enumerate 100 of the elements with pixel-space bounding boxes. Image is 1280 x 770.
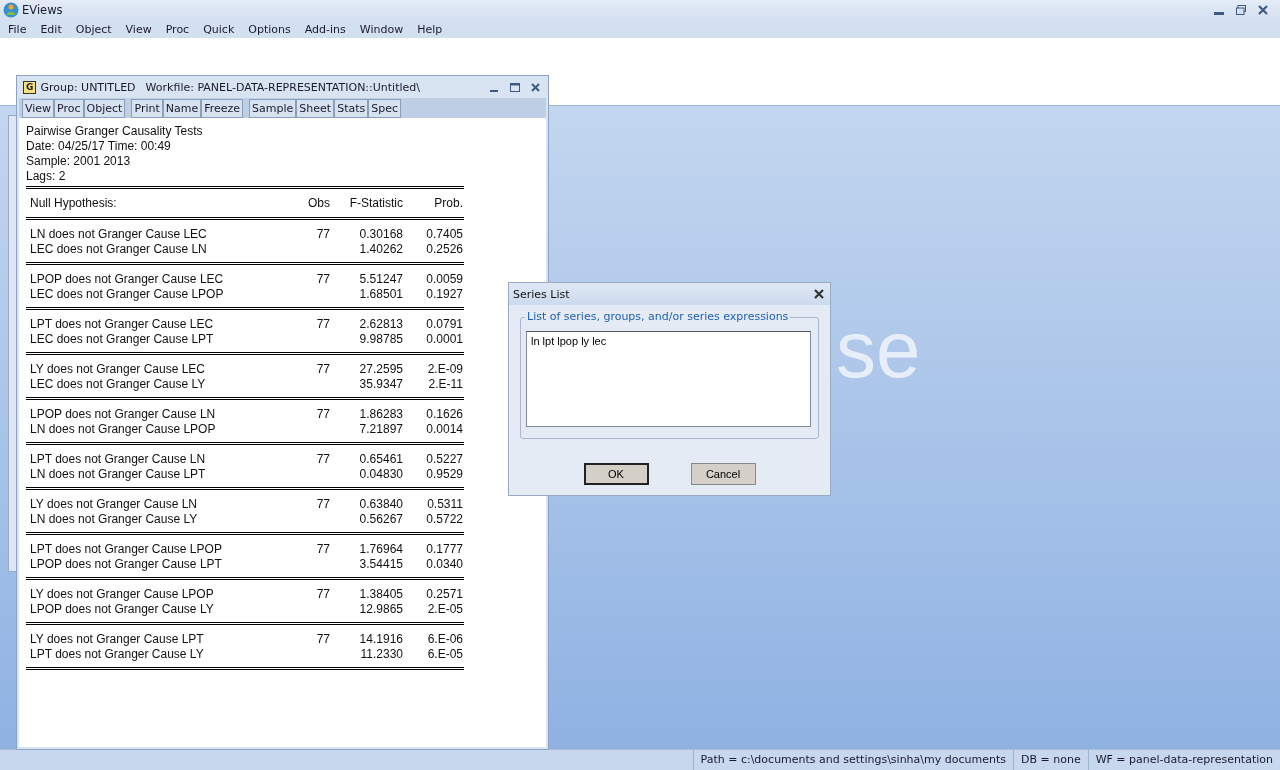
output-header-line: Sample: 2001 2013: [26, 154, 132, 169]
table-cell: 77: [316, 452, 330, 466]
output-header-line: Pairwise Granger Causality Tests: [26, 124, 204, 139]
table-cell: 77: [316, 362, 330, 376]
table-cell-text: LN does not Granger Cause LY: [29, 512, 199, 527]
table-cell-text: LEC does not Granger Cause LPOP: [29, 287, 225, 302]
group-badge: G: [23, 80, 37, 94]
table-cell-text: LY does not Granger Cause LPOP: [29, 587, 215, 602]
table-cell-text: 1.40262: [358, 242, 403, 257]
series-input-field[interactable]: ln lpt lpop ly lec: [526, 331, 811, 427]
table-cell: 77: [316, 497, 330, 511]
table-cell-text: LEC does not Granger Cause LY: [29, 377, 207, 392]
close-icon[interactable]: [814, 289, 824, 299]
table-cell-text: LEC does not Granger Cause LN: [29, 242, 208, 257]
menu-item[interactable]: Object: [75, 22, 112, 36]
menu-item[interactable]: Window: [359, 22, 404, 36]
table-cell-text: 0.5311: [426, 497, 463, 512]
table-cell-text: 6.E-06: [426, 632, 463, 647]
table-cell-text: LPOP does not Granger Cause LEC: [29, 272, 225, 287]
table-cell-text: 0.1626: [425, 407, 463, 422]
menu-item[interactable]: File: [8, 22, 27, 36]
table-cell-text: 0.5227: [425, 452, 463, 467]
table-cell-text: LY does not Granger Cause LEC: [29, 362, 206, 377]
app-title: EViews: [22, 3, 63, 17]
table-cell: 77: [316, 587, 330, 601]
table-cell-text: 9.98785: [358, 332, 403, 347]
table-cell-text: LY does not Granger Cause LPT: [29, 632, 205, 647]
table-cell-text: 1.86283: [358, 407, 403, 422]
column-header: F-Statistic: [348, 196, 403, 211]
table-cell-text: 0.1927: [425, 287, 463, 302]
dialog-button[interactable]: OK: [583, 463, 649, 485]
table-cell-text: 0.0340: [425, 557, 463, 572]
logo-icon: [3, 2, 19, 18]
status-pane: WF = panel-data-representation: [1087, 750, 1280, 770]
toolbar-button[interactable]: Sample: [249, 98, 297, 118]
table-cell-text: 0.0791: [425, 317, 463, 332]
toolbar-button[interactable]: View: [22, 98, 55, 118]
table-cell-text: LPT does not Granger Cause LN: [29, 452, 207, 467]
table-cell-text: LN does not Granger Cause LEC: [29, 227, 208, 242]
table-cell: 77: [316, 632, 330, 646]
menu-item[interactable]: View: [125, 22, 152, 36]
toolbar-button[interactable]: Print: [131, 98, 163, 118]
workfile-title: Workfile: PANEL-DATA-REPRESENTATION::Untitled\: [145, 80, 420, 94]
column-header: Prob.: [433, 196, 463, 211]
table-cell: 77: [316, 272, 330, 286]
toolbar-button[interactable]: Sheet: [296, 98, 335, 118]
table-cell-text: LPT does not Granger Cause LY: [29, 647, 205, 662]
table-cell-text: 2.62813: [358, 317, 403, 332]
table-cell-text: 35.9347: [358, 377, 403, 392]
table-cell-text: 1.76964: [358, 542, 403, 557]
menu-item[interactable]: Add-ins: [304, 22, 346, 36]
toolbar-button[interactable]: Proc: [54, 98, 84, 118]
menu-item[interactable]: Quick: [203, 22, 235, 36]
table-cell-text: LPT does not Granger Cause LPOP: [29, 542, 223, 557]
close-icon[interactable]: [1258, 5, 1268, 15]
table-cell-text: 11.2330: [359, 647, 403, 662]
output-header-line: Date: 04/25/17 Time: 00:49: [26, 139, 172, 154]
table-cell-text: 0.1777: [425, 542, 463, 557]
toolbar-button[interactable]: Spec: [368, 98, 402, 118]
close-icon[interactable]: [531, 82, 540, 92]
table-cell-text: 2.E-11: [427, 377, 463, 392]
dialog-title: Series List: [513, 287, 570, 301]
status-pane: DB = none: [1013, 750, 1088, 770]
status-pane: Path = c:\documents and settings\sinha\my documents: [692, 750, 1013, 770]
toolbar-button[interactable]: Freeze: [201, 98, 244, 118]
table-cell-text: 12.9865: [358, 602, 403, 617]
table-cell-text: 0.63840: [358, 497, 403, 512]
table-cell-text: 0.5722: [425, 512, 463, 527]
table-cell-text: 6.E-05: [426, 647, 463, 662]
table-cell-text: 0.2571: [425, 587, 463, 602]
table-cell-text: 0.7405: [425, 227, 463, 242]
toolbar-button[interactable]: Object: [83, 98, 126, 118]
menu-item[interactable]: Help: [417, 22, 443, 36]
table-cell-text: 0.65461: [358, 452, 403, 467]
table-cell-text: 5.51247: [358, 272, 403, 287]
table-cell-text: 2.E-05: [426, 602, 463, 617]
table-cell-text: LPT does not Granger Cause LEC: [29, 317, 215, 332]
menu-item[interactable]: Proc: [165, 22, 190, 36]
table-cell-text: LPOP does not Granger Cause LPT: [29, 557, 223, 572]
table-cell-text: 14.1916: [358, 632, 403, 647]
menu-item[interactable]: Edit: [40, 22, 62, 36]
table-cell-text: LPOP does not Granger Cause LN: [29, 407, 217, 422]
table-cell-text: 0.9529: [425, 467, 463, 482]
restore-icon[interactable]: [1236, 5, 1246, 15]
table-cell-text: LPOP does not Granger Cause LY: [29, 602, 215, 617]
table-cell-text: 0.2526: [425, 242, 463, 257]
window-title: Group: UNTITLED: [40, 80, 136, 94]
group-label: List of series, groups, and/or series expressions: [525, 310, 791, 323]
table-cell-text: 2.E-09: [426, 362, 463, 377]
menu-item[interactable]: Options: [248, 22, 291, 36]
maximize-icon[interactable]: [510, 82, 520, 92]
table-cell: 77: [316, 227, 330, 241]
toolbar-button[interactable]: Name: [162, 98, 202, 118]
table-cell-text: 27.2595: [358, 362, 403, 377]
table-cell-text: 7.21897: [358, 422, 403, 437]
toolbar-button[interactable]: Stats: [334, 98, 369, 118]
dialog-button[interactable]: Cancel: [690, 463, 756, 485]
table-cell-text: 0.0001: [425, 332, 463, 347]
table-cell-text: 0.0059: [425, 272, 463, 287]
table-cell: 77: [316, 542, 330, 556]
